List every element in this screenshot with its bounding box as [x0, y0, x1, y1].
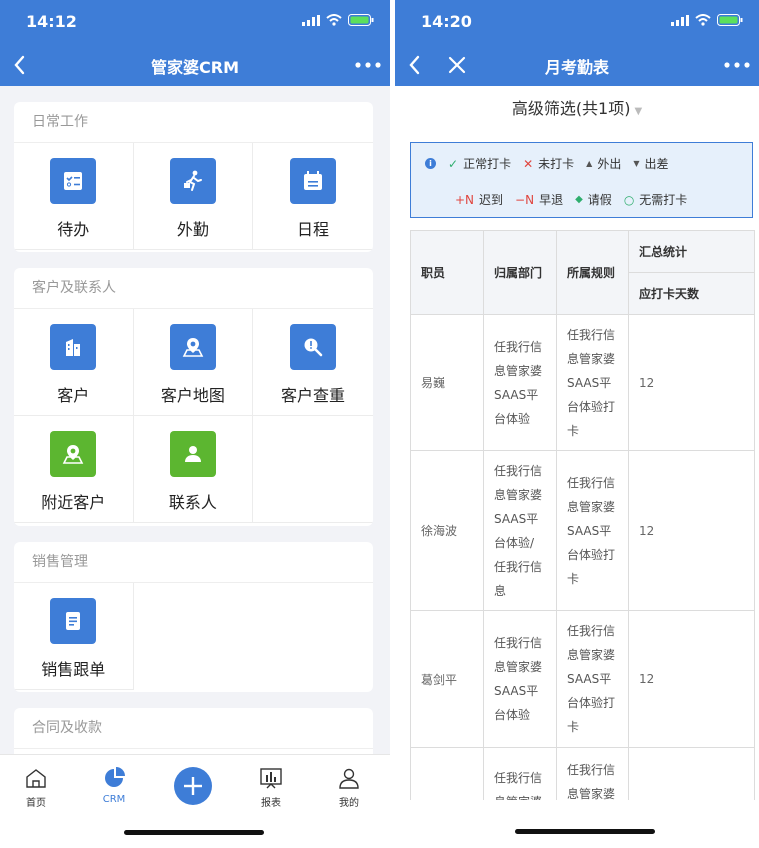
table-row[interactable]: 葛剑平 任我行信息管家婆SAAS平台体验 任我行信息管家婆SAAS平台体验打卡 … — [410, 610, 755, 748]
module-field-work[interactable]: 外勤 — [133, 143, 254, 250]
tab-reports[interactable]: 报表 — [241, 767, 301, 809]
section-contracts: 合同及收款 — [14, 708, 373, 754]
tab-label: 首页 — [26, 798, 46, 809]
tab-me[interactable]: 我的 — [319, 767, 379, 809]
header: 14:12 管家婆CRM — [0, 0, 390, 86]
report-icon — [260, 768, 282, 789]
header-summary: 汇总统计 — [628, 230, 755, 273]
module-label: 日程 — [296, 220, 329, 239]
module-label: 客户查重 — [280, 386, 345, 405]
user-icon — [339, 768, 359, 789]
tab-label: CRM — [102, 794, 126, 805]
cell-employee: 徐海波 — [410, 450, 484, 611]
sales-doc-icon — [50, 598, 97, 644]
module-sales-followup[interactable]: 销售跟单 — [14, 583, 134, 690]
cell-rule: 任我行信息管家婆SAAS平台体验打卡 — [556, 610, 629, 748]
cell-department: 任我行信息管家婆 — [483, 747, 557, 800]
map-pin-icon — [169, 324, 216, 370]
header-department: 归属部门 — [483, 230, 557, 315]
pie-chart-icon — [105, 767, 125, 787]
section-title: 日常工作 — [14, 102, 373, 143]
status-bar: 14:12 — [0, 0, 390, 44]
section-customers: 客户及联系人 客户 客户地图 客户查重 附近客户 联系人 — [14, 268, 373, 526]
crm-home-screen: 14:12 管家婆CRM 日常工作 待办 外勤 日程 客户及联系人 客户 客户地… — [0, 0, 390, 848]
cell-department: 任我行信息管家婆SAAS平台体验 — [483, 314, 557, 451]
header-employee: 职员 — [410, 230, 484, 315]
wifi-icon — [326, 14, 342, 26]
module-list[interactable]: 日常工作 待办 外勤 日程 客户及联系人 客户 客户地图 客户查重 附近客户 联… — [0, 86, 390, 754]
contact-person-icon — [169, 431, 216, 477]
tab-label: 报表 — [261, 798, 281, 809]
empty-cell — [253, 416, 373, 523]
cell-employee — [410, 747, 484, 800]
module-nearby-customers[interactable]: 附近客户 — [14, 416, 134, 523]
cell-department: 任我行信息管家婆SAAS平台体验/任我行信息 — [483, 450, 557, 611]
cell-employee: 葛剑平 — [410, 610, 484, 748]
module-customer-dedup[interactable]: 客户查重 — [253, 309, 373, 416]
section-title: 销售管理 — [14, 542, 373, 583]
module-contacts[interactable]: 联系人 — [133, 416, 254, 523]
header-rule: 所属规则 — [556, 230, 629, 315]
todo-list-icon — [50, 158, 97, 204]
section-daily-work: 日常工作 待办 外勤 日程 — [14, 102, 373, 252]
cell-days: 12 — [628, 450, 755, 611]
plus-icon — [184, 777, 202, 795]
calendar-icon — [289, 158, 336, 204]
table-row[interactable]: 任我行信息管家婆 任我行信息管家婆 — [410, 747, 755, 800]
cell-rule: 任我行信息管家婆SAAS平台体验打卡 — [556, 450, 629, 611]
module-label: 待办 — [57, 220, 90, 239]
signal-icon — [302, 14, 320, 26]
tab-home[interactable]: 首页 — [6, 767, 66, 809]
section-title: 客户及联系人 — [14, 268, 373, 309]
cell-employee: 易巍 — [410, 314, 484, 451]
tab-bar: 首页 CRM 报表 我的 — [0, 754, 390, 848]
status-time: 14:12 — [26, 12, 77, 31]
module-label: 附近客户 — [41, 493, 106, 512]
header-days: 应打卡天数 — [628, 272, 755, 315]
module-customer[interactable]: 客户 — [14, 309, 134, 416]
building-icon — [50, 324, 97, 370]
attendance-screen: 14:20 月考勤表 高级筛选(共1项) ▼ i ✓ 正常打卡 ✕ 未打卡 ▲ 外出 ▼… — [395, 0, 759, 848]
table-viewport[interactable]: 职员 归属部门 所属规则 汇总统计 应打卡天数 易巍 任我行信息管家婆SAAS平… — [395, 0, 759, 800]
table-row[interactable]: 易巍 任我行信息管家婆SAAS平台体验 任我行信息管家婆SAAS平台体验打卡 1… — [410, 314, 755, 451]
field-work-icon — [169, 158, 216, 204]
add-button[interactable] — [174, 767, 212, 805]
table-row[interactable]: 徐海波 任我行信息管家婆SAAS平台体验/任我行信息 任我行信息管家婆SAAS平… — [410, 450, 755, 611]
home-indicator — [515, 829, 655, 834]
battery-icon — [348, 14, 374, 26]
cell-department: 任我行信息管家婆SAAS平台体验 — [483, 610, 557, 748]
more-icon[interactable] — [354, 56, 382, 74]
section-title: 合同及收款 — [14, 708, 373, 749]
home-icon — [26, 769, 46, 788]
search-duplicate-icon — [289, 324, 336, 370]
module-label: 客户 — [57, 386, 90, 405]
cell-rule: 任我行信息管家婆 — [556, 747, 629, 800]
module-label: 客户地图 — [160, 386, 225, 405]
home-indicator — [124, 830, 264, 835]
module-todo[interactable]: 待办 — [14, 143, 134, 250]
page-title: 管家婆CRM — [151, 58, 239, 77]
cell-days: 12 — [628, 314, 755, 451]
module-label: 外勤 — [176, 220, 209, 239]
module-label: 销售跟单 — [41, 660, 106, 679]
module-label: 联系人 — [168, 493, 217, 512]
tab-crm[interactable]: CRM — [84, 767, 144, 805]
section-sales: 销售管理 销售跟单 — [14, 542, 373, 692]
attendance-table: 职员 归属部门 所属规则 汇总统计 应打卡天数 易巍 任我行信息管家婆SAAS平… — [410, 230, 755, 800]
module-customer-map[interactable]: 客户地图 — [133, 309, 254, 416]
cell-rule: 任我行信息管家婆SAAS平台体验打卡 — [556, 314, 629, 451]
cell-days — [628, 747, 755, 800]
cell-days: 12 — [628, 610, 755, 748]
nav-bar: 管家婆CRM — [0, 44, 390, 86]
system-icons — [302, 14, 374, 26]
nearby-map-icon — [50, 431, 97, 477]
tab-label: 我的 — [339, 798, 359, 809]
module-schedule[interactable]: 日程 — [253, 143, 373, 250]
